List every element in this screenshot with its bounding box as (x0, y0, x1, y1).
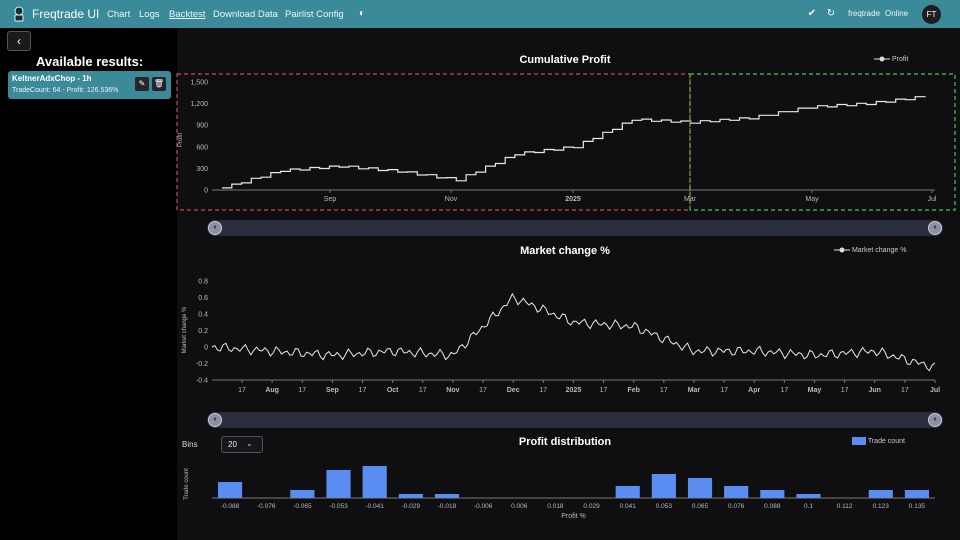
x-axis-label: Profit % (561, 513, 586, 520)
bar--0.088 (218, 482, 243, 498)
bar--0.018 (434, 494, 460, 498)
x-tick-label: 0.123 (873, 503, 890, 510)
x-tick-label: -0.041 (365, 503, 384, 510)
bar--0.041 (362, 466, 387, 498)
profit-distribution-chart: -0.088 -0.076 -0.065 -0.053 -0.041 -0.029 -0.0… (184, 466, 935, 520)
x-tick-label: 0.006 (511, 503, 528, 510)
bar-0.053 (651, 474, 676, 498)
x-tick-label: -0.088 (221, 503, 240, 510)
x-tick-label: 0.088 (764, 503, 781, 510)
x-tick-label: 0.029 (583, 503, 600, 510)
x-tick-label: -0.065 (293, 503, 312, 510)
bar-0.123 (868, 490, 893, 498)
x-tick-label: -0.029 (402, 503, 421, 510)
x-tick-label: 0.053 (656, 503, 673, 510)
bar-0.065 (687, 478, 713, 498)
bar--0.053 (326, 470, 351, 498)
bar--0.065 (290, 490, 315, 498)
bar-0.076 (724, 486, 749, 498)
x-tick-label: 0.041 (620, 503, 637, 510)
bar-0.1 (796, 494, 821, 498)
bar-0.135 (904, 490, 929, 498)
bar-0.088 (760, 490, 785, 498)
y-axis-label: Trade count (184, 468, 190, 500)
bar-0.041 (615, 486, 640, 498)
bar--0.029 (398, 494, 423, 498)
x-tick-label: -0.018 (438, 503, 457, 510)
x-tick-label: 0.112 (837, 503, 853, 510)
x-tick-label: -0.076 (257, 503, 276, 510)
x-tick-label: -0.006 (474, 503, 493, 510)
x-tick-label: 0.1 (804, 503, 813, 510)
x-tick-label: 0.076 (728, 503, 745, 510)
x-tick-label: -0.053 (329, 503, 348, 510)
x-tick-label: 0.135 (909, 503, 926, 510)
x-tick-label: 0.018 (547, 503, 564, 510)
x-tick-label: 0.065 (692, 503, 709, 510)
